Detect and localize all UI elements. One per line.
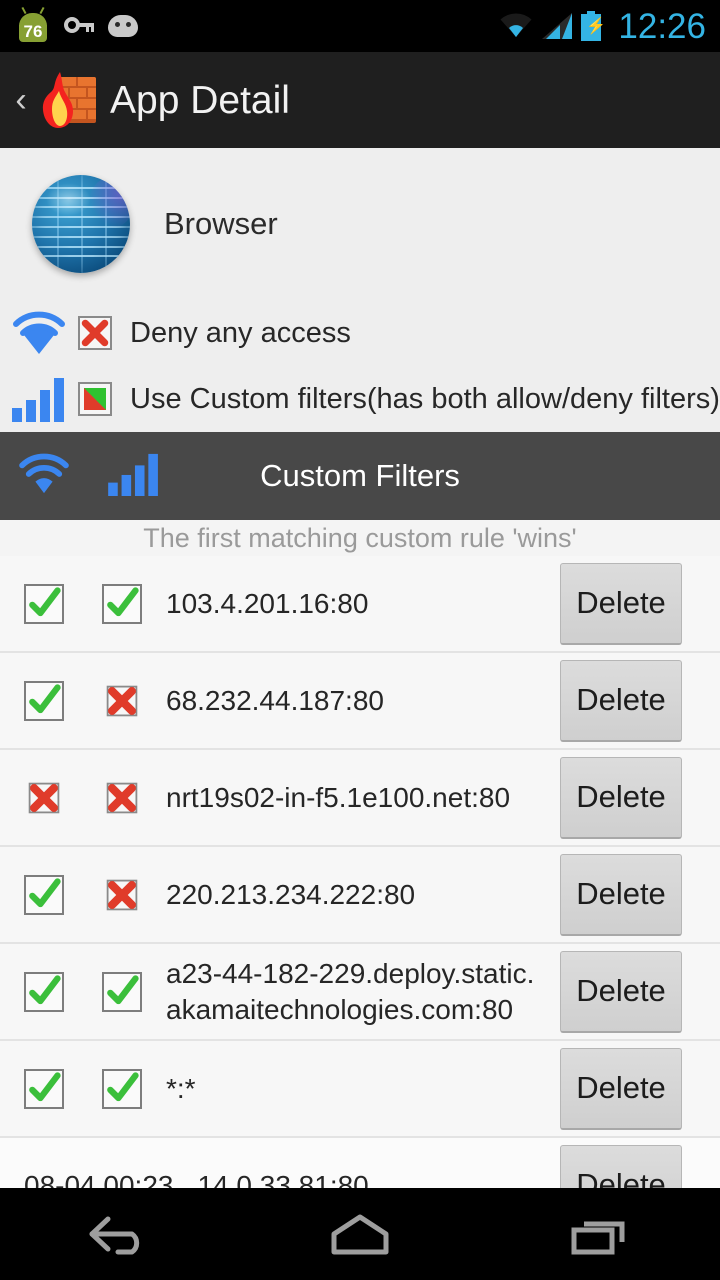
action-bar: ‹ App Detail <box>0 52 720 148</box>
use-custom-filters-checkbox[interactable] <box>78 382 112 416</box>
browser-globe-icon <box>32 175 130 273</box>
filters-hint-text: The first matching custom rule 'wins' <box>0 520 720 556</box>
mobile-rule-checkbox[interactable] <box>102 1068 142 1109</box>
use-custom-filters-label: Use Custom filters(has both allow/deny f… <box>130 382 720 415</box>
delete-rule-button[interactable]: Delete <box>560 950 682 1033</box>
wifi-rule-checkbox[interactable] <box>24 971 64 1012</box>
option-row-use-custom-filters[interactable]: Use Custom filters(has both allow/deny f… <box>0 366 720 432</box>
delete-rule-button[interactable]: Delete <box>560 853 682 936</box>
flame-icon <box>42 72 73 128</box>
wifi-rule-checkbox[interactable] <box>24 778 64 818</box>
allow-deny-split-icon <box>84 388 106 410</box>
android-update-badge-icon: 76 <box>16 6 50 43</box>
delete-rule-button[interactable]: Delete <box>560 756 682 839</box>
green-check-icon <box>29 877 61 907</box>
nav-home-button[interactable] <box>300 1188 420 1280</box>
wifi-rule-checkbox[interactable] <box>24 583 64 624</box>
red-x-icon <box>106 685 138 716</box>
deny-any-access-checkbox[interactable] <box>78 316 112 350</box>
cell-signal-icon <box>106 452 162 501</box>
green-check-icon <box>29 1071 61 1101</box>
status-bar-system-icons: ⚡ 12:26 <box>499 9 706 44</box>
phone-screen: 76 ⚡ 12:26 ‹ App Detail Browser Deny any… <box>0 0 720 1280</box>
filter-rule-row[interactable]: 220.213.234.222:80 Delete <box>0 847 720 944</box>
green-check-icon <box>29 974 61 1004</box>
delete-rule-button[interactable]: Delete <box>560 562 682 645</box>
page-title: App Detail <box>110 78 290 122</box>
rule-host-label: 220.213.234.222:80 <box>166 878 416 910</box>
recent-apps-icon <box>571 1221 625 1255</box>
wifi-rule-checkbox[interactable] <box>24 874 64 915</box>
green-check-icon <box>29 683 61 713</box>
status-bar-notification-icons: 76 <box>16 6 138 43</box>
system-navigation-bar <box>0 1188 720 1280</box>
mobile-rule-checkbox[interactable] <box>102 778 142 818</box>
mobile-rule-checkbox[interactable] <box>102 681 142 721</box>
status-bar-clock: 12:26 <box>618 6 706 46</box>
custom-filters-header: Custom Filters <box>0 432 720 520</box>
back-arrow-icon <box>89 1216 140 1255</box>
red-x-icon <box>106 782 138 813</box>
rule-host-label: 103.4.201.16:80 <box>166 587 369 619</box>
cell-signal-icon <box>542 13 573 39</box>
green-check-icon <box>107 1071 139 1101</box>
green-check-icon <box>107 586 139 616</box>
custom-filters-list[interactable]: 103.4.201.16:80 Delete 68.232.44.187:80 Del… <box>0 556 720 1200</box>
battery-charging-icon: ⚡ <box>581 11 606 41</box>
cell-signal-icon <box>0 376 78 422</box>
wifi-rule-checkbox[interactable] <box>24 1068 64 1109</box>
filter-rule-row[interactable]: *:* Delete <box>0 1041 720 1138</box>
app-name-label: Browser <box>164 206 278 241</box>
delete-rule-button[interactable]: Delete <box>560 659 682 742</box>
option-row-deny-any-access[interactable]: Deny any access <box>0 300 720 366</box>
delete-rule-button[interactable]: Delete <box>560 1047 682 1130</box>
deny-any-access-label: Deny any access <box>130 316 351 349</box>
wifi-icon <box>0 311 78 355</box>
green-check-icon <box>107 974 139 1004</box>
mobile-rule-checkbox[interactable] <box>102 971 142 1012</box>
filter-rule-row[interactable]: nrt19s02-in-f5.1e100.net:80 Delete <box>0 750 720 847</box>
mobile-rule-checkbox[interactable] <box>102 875 142 915</box>
wifi-rule-checkbox[interactable] <box>24 680 64 721</box>
android-update-count: 76 <box>23 22 43 41</box>
red-x-icon <box>106 879 138 910</box>
rule-host-label: *:* <box>166 1072 196 1104</box>
rule-host-label: a23-44-182-229.deploy.static.akamaitechn… <box>166 957 535 1025</box>
app-summary-panel: Browser Deny any access Use Custom filte… <box>0 148 720 432</box>
wifi-icon <box>16 453 72 500</box>
back-chevron-icon[interactable]: ‹ <box>8 83 34 117</box>
firewall-icon <box>36 69 98 131</box>
filter-rule-row[interactable]: 68.232.44.187:80 Delete <box>0 653 720 750</box>
red-x-icon <box>81 319 109 347</box>
filter-rule-row[interactable]: 103.4.201.16:80 Delete <box>0 556 720 653</box>
filter-rule-row[interactable]: a23-44-182-229.deploy.static.akamaitechn… <box>0 944 720 1041</box>
red-x-icon <box>28 782 60 813</box>
rule-host-label: nrt19s02-in-f5.1e100.net:80 <box>166 781 511 813</box>
nav-back-button[interactable] <box>60 1188 180 1280</box>
app-identity-row: Browser <box>0 148 720 300</box>
nav-recents-button[interactable] <box>540 1188 660 1280</box>
mobile-rule-checkbox[interactable] <box>102 583 142 624</box>
android-head-icon <box>108 15 138 37</box>
wifi-icon <box>500 13 532 37</box>
rule-host-label: 68.232.44.187:80 <box>166 684 384 716</box>
green-check-icon <box>29 586 61 616</box>
status-bar: 76 ⚡ 12:26 <box>0 0 720 52</box>
vpn-key-icon <box>64 16 94 36</box>
home-icon <box>331 1214 389 1255</box>
